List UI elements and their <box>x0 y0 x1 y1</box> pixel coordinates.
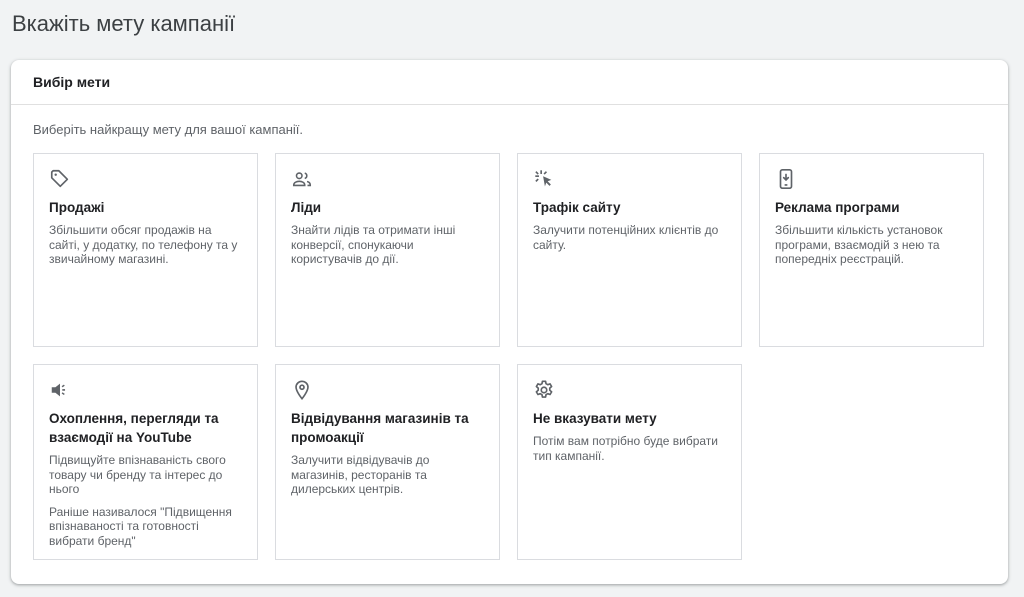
cursor-click-icon <box>533 168 555 190</box>
goal-title: Охоплення, перегляди та взаємодії на You… <box>49 411 219 445</box>
goal-card-leads[interactable]: Ліди Знайти лідів та отримати інші конве… <box>275 153 500 347</box>
goal-description: Знайти лідів та отримати інші конверсії,… <box>291 223 456 266</box>
goal-title: Реклама програми <box>775 200 900 215</box>
people-icon <box>291 168 313 190</box>
goal-card-store-visits[interactable]: Відвідування магазинів та промоакції Зал… <box>275 364 500 560</box>
goal-card-app-promotion[interactable]: Реклама програми Збільшити кількість уст… <box>759 153 984 347</box>
page-title: Вкажіть мету кампанії <box>12 11 236 36</box>
goal-card-sales[interactable]: Продажі Збільшити обсяг продажів на сайт… <box>33 153 258 347</box>
goal-description: Залучити потенційних клієнтів до сайту. <box>533 223 719 252</box>
panel-subtitle: Виберіть найкращу мету для вашої кампані… <box>33 122 304 137</box>
goal-title: Ліди <box>291 200 322 215</box>
goal-card-no-goal[interactable]: Не вказувати мету Потім вам потрібно буд… <box>517 364 742 560</box>
goal-description: Залучити відвідувачів до магазинів, рест… <box>291 453 430 496</box>
panel-header: Вибір мети <box>11 60 1008 105</box>
goal-description: Підвищуйте впізнаваність свого товару чи… <box>49 453 226 496</box>
goal-card-youtube-reach[interactable]: Охоплення, перегляди та взаємодії на You… <box>33 364 258 560</box>
goal-title: Трафік сайту <box>533 200 621 215</box>
goal-card-website-traffic[interactable]: Трафік сайту Залучити потенційних клієнт… <box>517 153 742 347</box>
location-pin-icon <box>291 379 313 401</box>
goal-note: Раніше називалося "Підвищення впізнавано… <box>49 504 232 548</box>
goal-title: Продажі <box>49 200 105 215</box>
goal-description: Потім вам потрібно буде вибрати тип камп… <box>533 434 718 463</box>
goal-title: Відвідування магазинів та промоакції <box>291 411 469 445</box>
gear-icon <box>533 379 555 401</box>
megaphone-icon <box>49 379 71 401</box>
goal-description: Збільшити обсяг продажів на сайті, у дод… <box>49 223 238 266</box>
mobile-app-icon <box>775 168 797 190</box>
goal-selection-panel: Вибір мети Виберіть найкращу мету для ва… <box>11 60 1008 584</box>
goal-description: Збільшити кількість установок програми, … <box>775 223 943 266</box>
tag-icon <box>49 168 71 190</box>
goal-title: Не вказувати мету <box>533 411 657 426</box>
